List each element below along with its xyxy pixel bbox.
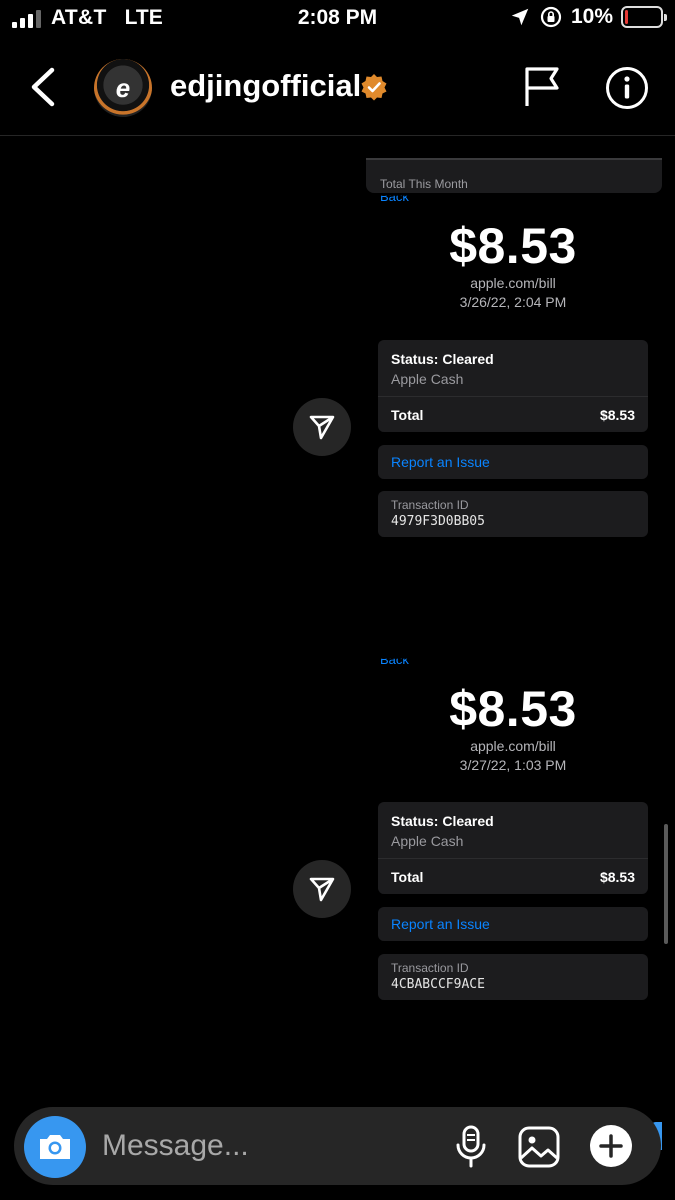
location-arrow-icon	[511, 8, 529, 26]
battery-percentage: 10%	[570, 5, 613, 28]
payment-merchant: apple.com/bill	[470, 275, 556, 291]
total-value: $8.53	[599, 407, 635, 423]
total-this-month-label: Total This Month	[380, 177, 468, 191]
status-bar: AT&T LTE 2:08 PM 10%	[0, 0, 675, 40]
camera-icon	[40, 1135, 70, 1159]
scrollbar[interactable]	[664, 824, 668, 944]
payment-method: Apple Cash	[391, 833, 464, 849]
transaction-id-panel: Transaction ID 4979F3D0BB05	[378, 491, 648, 537]
report-issue-label: Report an Issue	[391, 454, 490, 470]
previous-payment-card: Total This Month	[366, 158, 662, 193]
back-icon[interactable]	[24, 64, 64, 110]
payment-date: 3/26/22, 2:04 PM	[459, 294, 567, 310]
transaction-id-panel: Transaction ID 4CBABCCF9ACE	[378, 954, 648, 1000]
send-icon	[309, 415, 335, 440]
camera-button[interactable]	[24, 1116, 86, 1178]
flag-icon[interactable]	[522, 66, 562, 108]
payment-method: Apple Cash	[391, 371, 464, 387]
send-icon	[309, 877, 335, 902]
transaction-id-value: 4979F3D0BB05	[391, 514, 485, 529]
battery-icon	[621, 6, 667, 28]
total-label: Total	[391, 407, 424, 423]
total-value: $8.53	[599, 869, 635, 885]
status-panel: Status: Cleared Apple Cash Total $8.53	[378, 340, 648, 432]
conversation-username[interactable]: edjingofficial	[170, 68, 361, 104]
message-input[interactable]	[102, 1127, 402, 1165]
transaction-id-label: Transaction ID	[391, 498, 469, 512]
avatar[interactable]: e	[94, 59, 152, 117]
message-composer	[14, 1107, 661, 1185]
report-issue-button[interactable]: Report an Issue	[378, 445, 648, 479]
status-bar-right: 10%	[509, 5, 667, 29]
payment-amount: $8.53	[449, 218, 577, 274]
share-button[interactable]	[293, 860, 351, 918]
transaction-id-value: 4CBABCCF9ACE	[391, 977, 485, 992]
gallery-icon[interactable]	[517, 1125, 561, 1169]
status-label: Status: Cleared	[391, 813, 494, 829]
divider	[378, 858, 648, 859]
microphone-icon[interactable]	[454, 1125, 488, 1169]
payment-merchant: apple.com/bill	[470, 738, 556, 754]
status-panel: Status: Cleared Apple Cash Total $8.53	[378, 802, 648, 894]
status-label: Status: Cleared	[391, 351, 494, 367]
conversation-header: e edjingofficial	[0, 40, 675, 136]
info-icon[interactable]	[605, 66, 649, 110]
back-link[interactable]: Back	[380, 659, 409, 667]
report-issue-label: Report an Issue	[391, 916, 490, 932]
avatar-letter: e	[115, 72, 131, 103]
transaction-id-label: Transaction ID	[391, 961, 469, 975]
report-issue-button[interactable]: Report an Issue	[378, 907, 648, 941]
rotation-lock-icon	[540, 6, 562, 28]
verified-badge-icon	[361, 74, 387, 101]
total-label: Total	[391, 869, 424, 885]
plus-icon[interactable]	[589, 1124, 633, 1168]
share-button[interactable]	[293, 398, 351, 456]
payment-amount: $8.53	[449, 681, 577, 737]
payment-date: 3/27/22, 1:03 PM	[459, 757, 567, 773]
divider	[378, 396, 648, 397]
